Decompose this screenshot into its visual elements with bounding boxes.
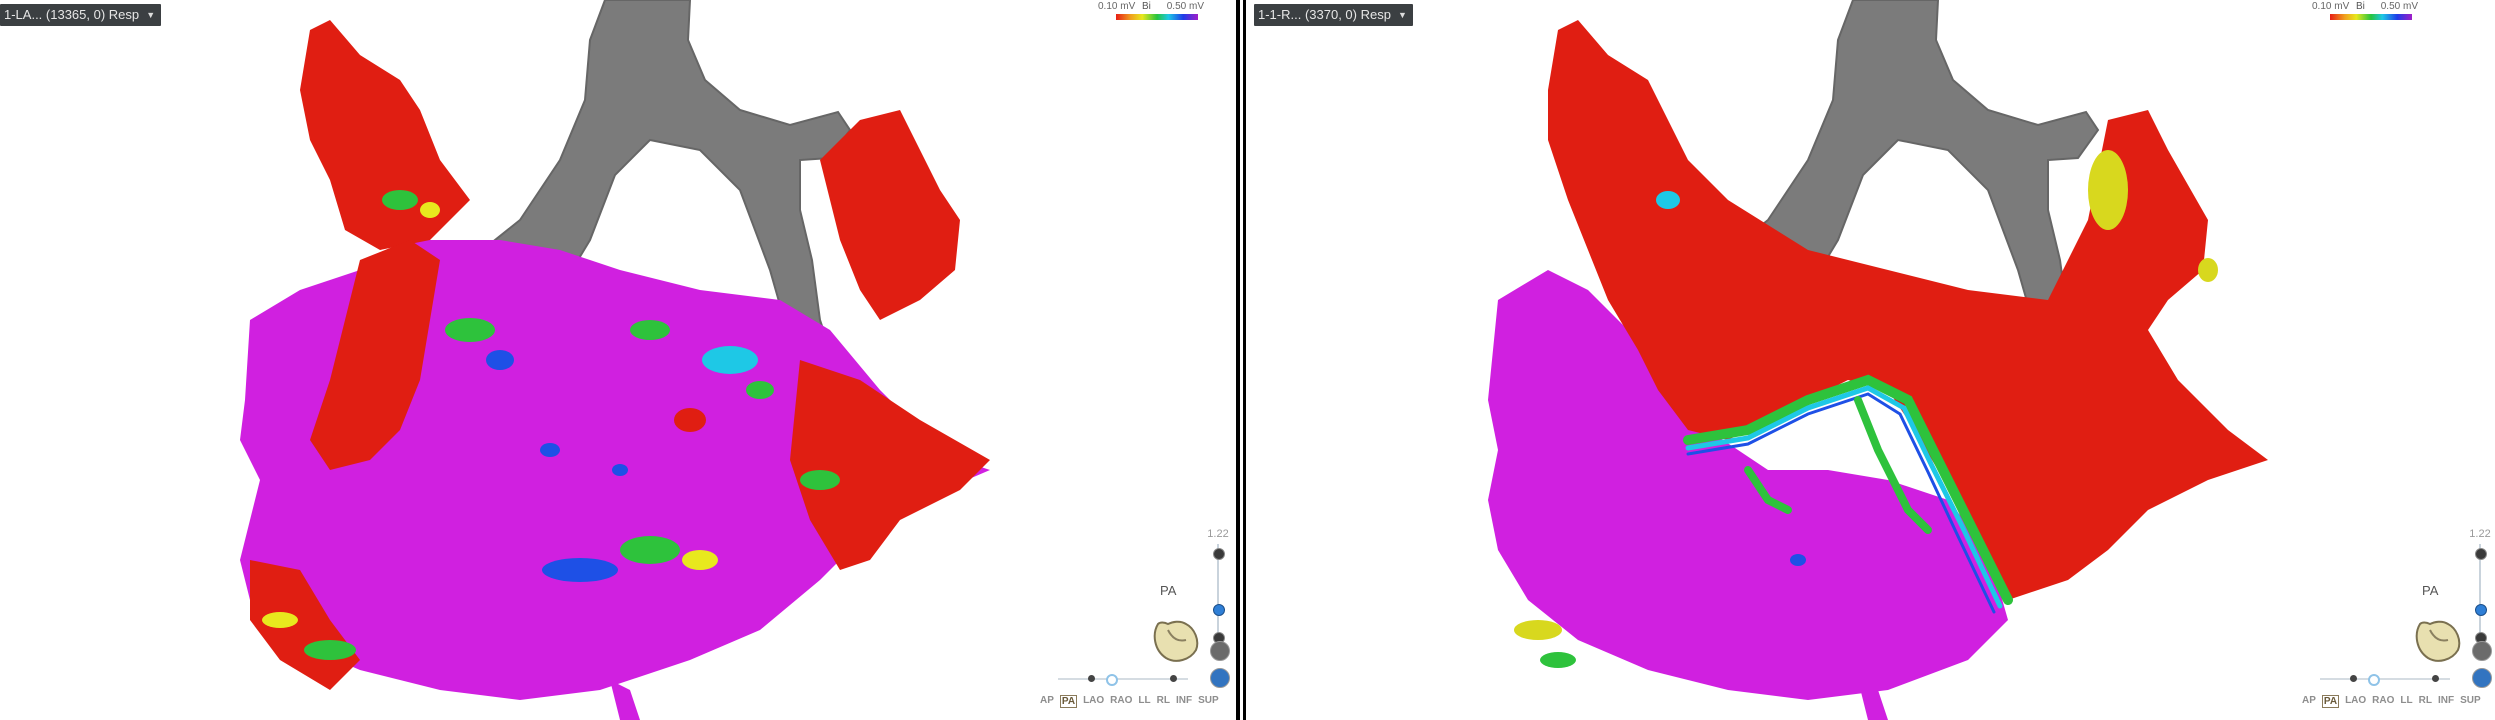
view-button-ll[interactable]: LL xyxy=(1138,695,1150,708)
slider-track xyxy=(2320,678,2450,680)
zoom-top-knob[interactable] xyxy=(2475,548,2487,560)
colorbar-min-label: 0.10 mV xyxy=(2312,1,2350,12)
zoom-handle[interactable] xyxy=(2475,604,2487,616)
heart-orientation-icon[interactable] xyxy=(1148,610,1204,666)
view-button-rl[interactable]: RL xyxy=(2419,695,2432,708)
left-map-name: 1-LA... (13365, 0) Resp xyxy=(4,7,140,22)
colorbar-gradient xyxy=(1116,14,1198,20)
orientation-label: PA xyxy=(1160,583,1177,598)
right-zoom-slider[interactable]: 1.22 xyxy=(2469,528,2491,658)
left-zoom-slider[interactable]: 1.22 xyxy=(1207,528,1229,658)
zoom-value: 1.22 xyxy=(2469,528,2491,540)
colorbar-gradient xyxy=(2330,14,2412,20)
view-button-lao[interactable]: LAO xyxy=(2345,695,2366,708)
view-button-ap[interactable]: AP xyxy=(2302,695,2316,708)
left-view-buttons: AP PA LAO RAO LL RL INF SUP xyxy=(1040,695,1219,708)
slider-handle[interactable] xyxy=(2368,674,2380,686)
pane-divider-left xyxy=(1236,0,1240,720)
zoom-value: 1.22 xyxy=(1207,528,1229,540)
view-button-ll[interactable]: LL xyxy=(2400,695,2412,708)
colorbar-max-label: 0.50 mV xyxy=(1166,1,1204,12)
view-button-lao[interactable]: LAO xyxy=(1083,695,1104,708)
right-map-selector[interactable]: 1-1-R... (3370, 0) Resp ▼ xyxy=(1254,4,1413,26)
chevron-down-icon: ▼ xyxy=(1398,10,1407,20)
orientation-label: PA xyxy=(2422,583,2439,598)
left-lower-appendage xyxy=(610,680,640,720)
left-voltage-colorbar[interactable]: 0.10 mV Bi 0.50 mV xyxy=(1098,2,1204,24)
heart-orientation-icon[interactable] xyxy=(2410,610,2466,666)
colorbar-min-label: 0.10 mV xyxy=(1098,1,1136,12)
left-map-pane[interactable]: 1-LA... (13365, 0) Resp ▼ 0.10 mV Bi 0.5… xyxy=(0,0,1236,720)
left-map-selector[interactable]: 1-LA... (13365, 0) Resp ▼ xyxy=(0,4,162,26)
view-button-inf[interactable]: INF xyxy=(1176,695,1192,708)
slider-end-dot xyxy=(2432,675,2439,682)
zoom-handle[interactable] xyxy=(1213,604,1225,616)
slider-start-dot xyxy=(1088,675,1095,682)
view-button-rl[interactable]: RL xyxy=(1157,695,1170,708)
rotate-view-button[interactable] xyxy=(1210,641,1230,661)
rotate-view-button[interactable] xyxy=(2472,641,2492,661)
slider-start-dot xyxy=(2350,675,2357,682)
slider-end-dot xyxy=(1170,675,1177,682)
right-transparency-slider[interactable] xyxy=(2320,672,2450,686)
right-map-pane[interactable]: 1-1-R... (3370, 0) Resp ▼ 0.10 mV Bi 0.5… xyxy=(1248,0,2495,720)
colorbar-mode-label: Bi xyxy=(1142,1,1151,12)
view-button-pa[interactable]: PA xyxy=(2321,695,2340,708)
left-transparency-slider[interactable] xyxy=(1058,672,1188,686)
view-button-rao[interactable]: RAO xyxy=(1110,695,1132,708)
slider-handle[interactable] xyxy=(1106,674,1118,686)
view-button-sup[interactable]: SUP xyxy=(2460,695,2481,708)
chevron-down-icon: ▼ xyxy=(146,10,156,20)
reset-view-button[interactable] xyxy=(2472,668,2492,688)
view-button-inf[interactable]: INF xyxy=(2438,695,2454,708)
pane-divider-right xyxy=(1243,0,1246,720)
right-3d-viewport[interactable] xyxy=(1248,0,2495,720)
view-button-pa[interactable]: PA xyxy=(1059,695,1078,708)
view-button-ap[interactable]: AP xyxy=(1040,695,1054,708)
view-button-rao[interactable]: RAO xyxy=(2372,695,2394,708)
colorbar-mode-label: Bi xyxy=(2356,1,2365,12)
zoom-top-knob[interactable] xyxy=(1213,548,1225,560)
right-voltage-colorbar[interactable]: 0.10 mV Bi 0.50 mV xyxy=(2312,2,2418,24)
left-3d-viewport[interactable] xyxy=(0,0,1236,720)
slider-track xyxy=(1058,678,1188,680)
view-button-sup[interactable]: SUP xyxy=(1198,695,1219,708)
right-map-name: 1-1-R... (3370, 0) Resp xyxy=(1258,7,1391,22)
right-view-buttons: AP PA LAO RAO LL RL INF SUP xyxy=(2302,695,2481,708)
colorbar-max-label: 0.50 mV xyxy=(2380,1,2418,12)
reset-view-button[interactable] xyxy=(1210,668,1230,688)
